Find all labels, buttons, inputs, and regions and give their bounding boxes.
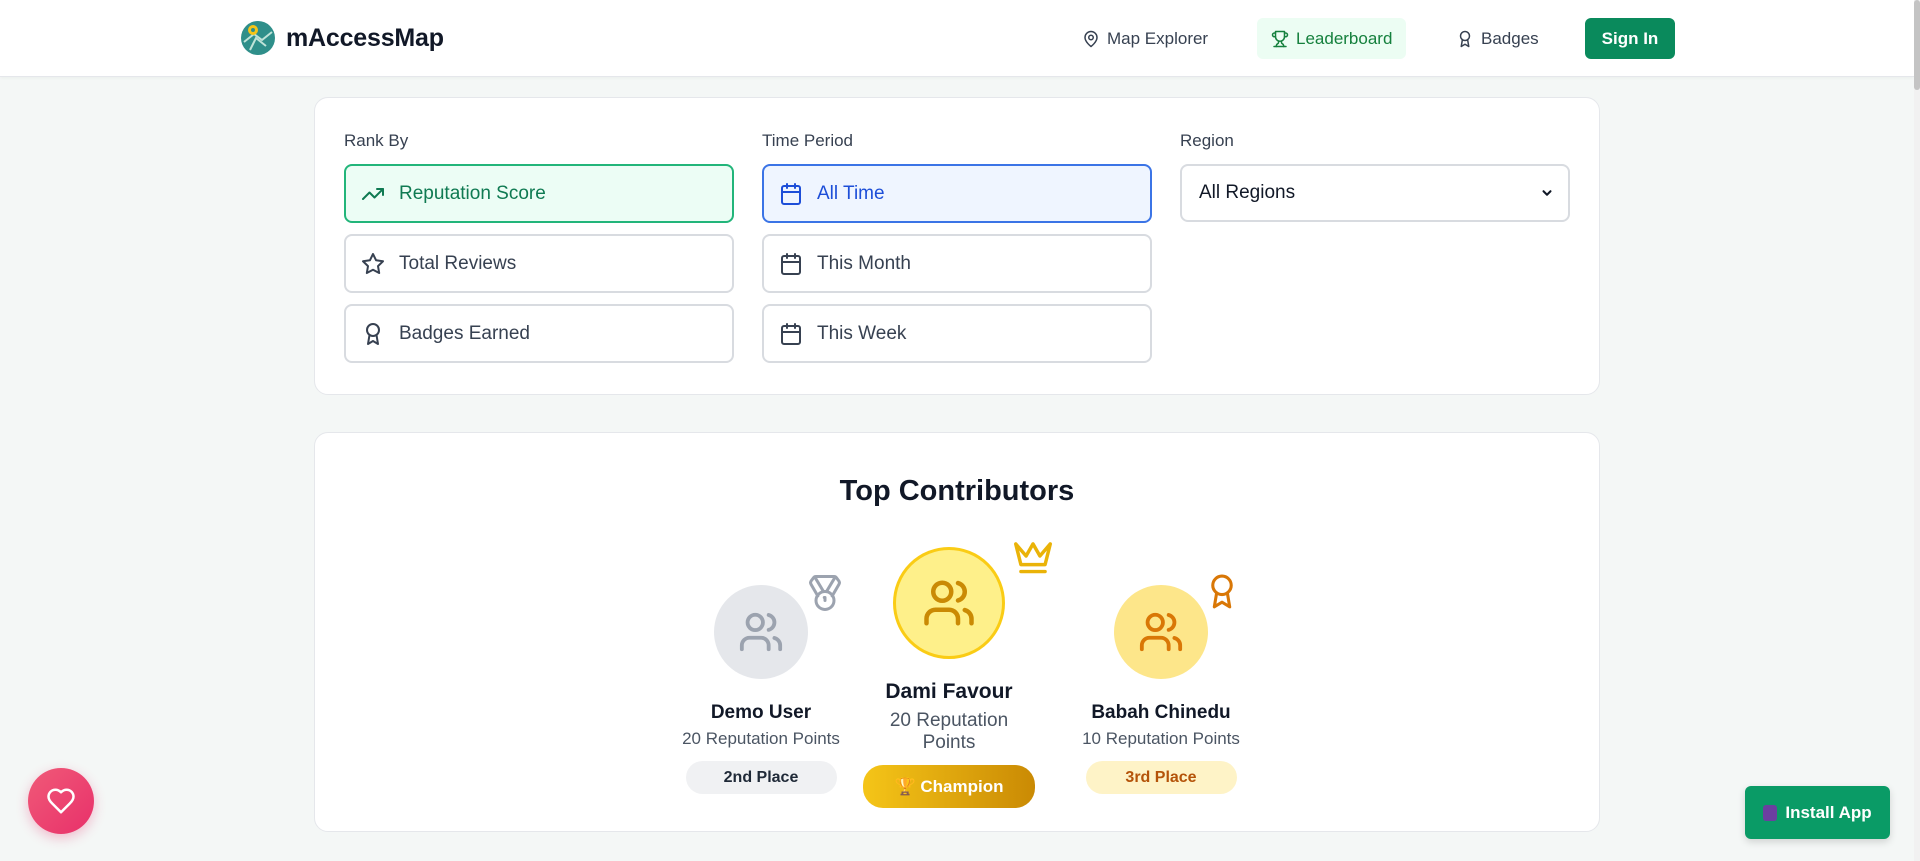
award-icon [1211, 574, 1233, 609]
avatar [893, 547, 1005, 659]
calendar-icon [781, 322, 801, 345]
heart-icon [47, 788, 75, 814]
region-select[interactable]: All Regions [1180, 164, 1570, 222]
section-title: Top Contributors [839, 475, 1075, 507]
nav-label: Leaderboard [1296, 28, 1393, 48]
calendar-icon [781, 182, 801, 205]
rank-option-badges[interactable]: Badges Earned [344, 304, 734, 363]
option-label: All Time [817, 182, 885, 204]
map-pin-icon [1084, 30, 1098, 47]
contributor-name: Demo User [710, 702, 812, 723]
time-option-all[interactable]: All Time [762, 164, 1152, 223]
brand[interactable]: mAccessMap [240, 20, 444, 56]
podium-second[interactable]: Demo User 20 Reputation Points 2nd Place [681, 585, 841, 794]
time-option-week[interactable]: This Week [762, 304, 1152, 363]
rank-badge: 2nd Place [685, 761, 837, 794]
install-app-button[interactable]: Install App [1745, 786, 1890, 839]
contributor-name: Babah Chinedu [1091, 702, 1231, 723]
option-label: This Month [817, 252, 911, 274]
calendar-icon [781, 252, 801, 275]
medal-icon [809, 575, 841, 611]
podium-third[interactable]: Babah Chinedu 10 Reputation Points 3rd P… [1081, 585, 1241, 794]
option-label: Reputation Score [399, 182, 546, 204]
option-label: Total Reviews [399, 252, 517, 274]
award-icon [366, 322, 380, 345]
contributor-points: 20 Reputation Points [682, 729, 840, 748]
nav-map-explorer[interactable]: Map Explorer [1068, 18, 1222, 59]
podium-first[interactable]: Dami Favour 20 Reputation Points 🏆 Champ… [861, 547, 1037, 808]
users-icon [1139, 612, 1183, 652]
contributor-name: Dami Favour [885, 680, 1013, 703]
leaderboard-filters: Rank By Time Period Region Reputation Sc… [314, 97, 1600, 395]
nav-label: Badges [1481, 28, 1539, 48]
award-icon [1459, 30, 1471, 47]
region-label: Region [1180, 131, 1234, 150]
nav-badges[interactable]: Badges [1442, 18, 1553, 59]
users-icon [924, 580, 974, 626]
phone-icon [1763, 804, 1778, 821]
contributor-points: 20 Reputation Points [889, 710, 1009, 753]
time-option-month[interactable]: This Month [762, 234, 1152, 293]
brand-name: mAccessMap [286, 23, 444, 52]
rank-badge: 🏆 Champion [863, 765, 1035, 808]
chevron-down-icon [1542, 190, 1552, 196]
avatar [714, 585, 808, 679]
sign-in-button[interactable]: Sign In [1585, 18, 1675, 59]
trophy-icon [1271, 30, 1289, 47]
nav-leaderboard[interactable]: Leaderboard [1257, 18, 1407, 59]
users-icon [739, 612, 783, 652]
region-selected-value: All Regions [1199, 182, 1296, 203]
rank-option-reputation[interactable]: Reputation Score [344, 164, 734, 223]
rank-badge: 3rd Place [1085, 761, 1237, 794]
trending-up-icon [362, 187, 384, 200]
logo-icon [241, 21, 275, 55]
nav-label: Map Explorer [1107, 28, 1209, 48]
scrollbar[interactable] [1914, 0, 1920, 861]
avatar [1114, 585, 1208, 679]
rank-by-label: Rank By [344, 131, 409, 150]
contributor-points: 10 Reputation Points [1082, 729, 1240, 748]
option-label: This Week [817, 322, 907, 344]
option-label: Badges Earned [399, 322, 530, 344]
favorites-button[interactable] [28, 768, 94, 834]
scrollbar-thumb[interactable] [1914, 0, 1920, 90]
crown-icon [1014, 542, 1052, 574]
star-icon [362, 252, 384, 274]
rank-option-reviews[interactable]: Total Reviews [344, 234, 734, 293]
top-contributors-section: Top Contributors Demo User 20 Reputation… [314, 432, 1600, 832]
time-period-label: Time Period [762, 131, 854, 150]
top-navbar: mAccessMap Map Explorer Leaderboard Badg… [0, 0, 1914, 77]
install-label: Install App [1785, 802, 1872, 822]
